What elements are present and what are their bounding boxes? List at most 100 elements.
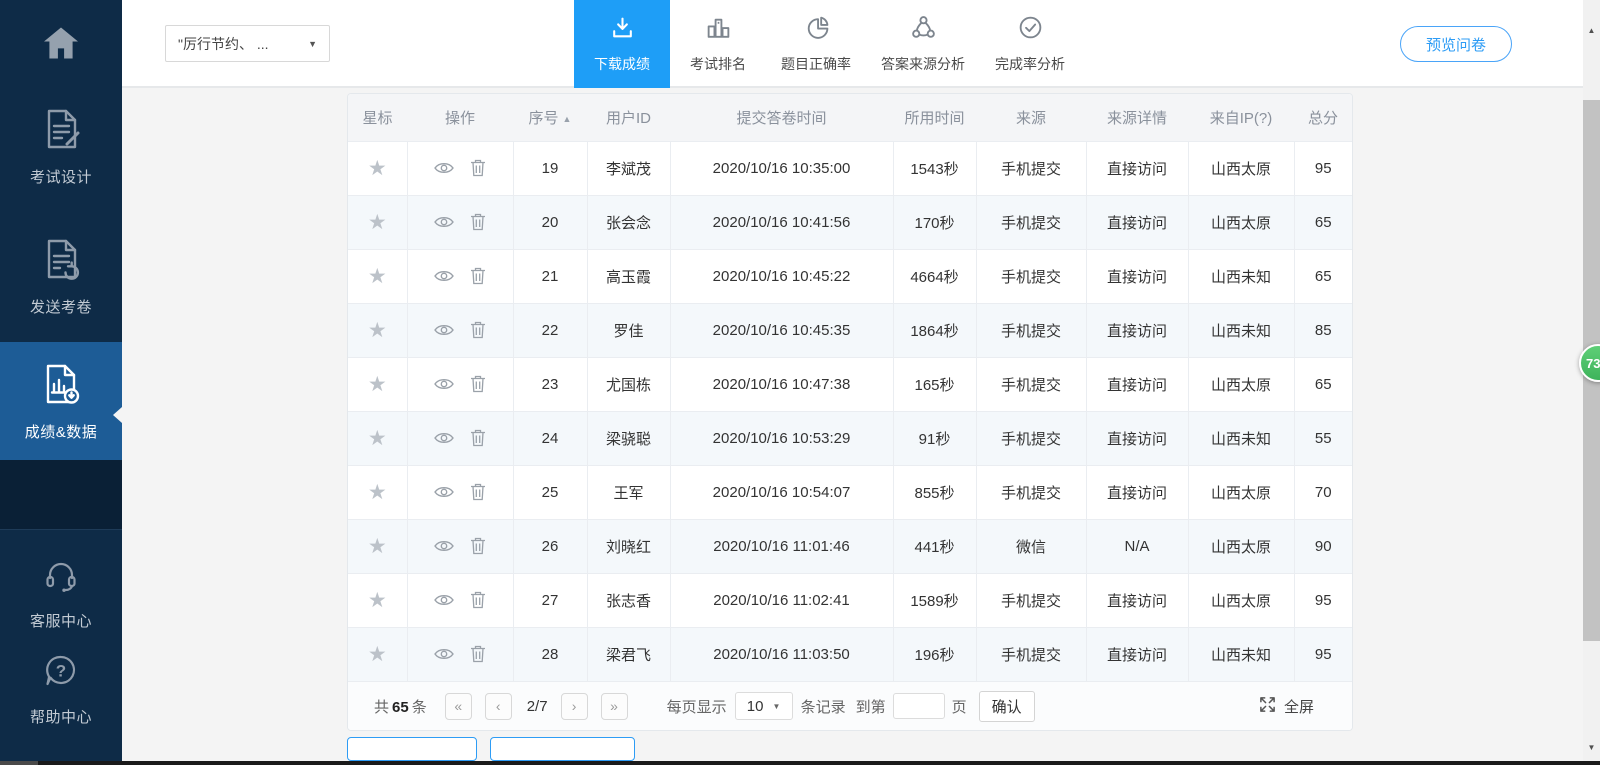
- delete-icon[interactable]: [470, 645, 486, 663]
- star-icon[interactable]: ★: [368, 265, 387, 288]
- user-id-cell: 梁骁聪: [587, 411, 670, 465]
- source-detail-cell: 直接访问: [1086, 411, 1188, 465]
- user-id-cell: 尤国栋: [587, 357, 670, 411]
- view-icon[interactable]: [434, 323, 454, 337]
- headset-icon: [41, 556, 81, 601]
- star-icon[interactable]: ★: [368, 319, 387, 342]
- submit-time-cell: 2020/10/16 10:53:29: [670, 411, 893, 465]
- sidebar-item-help-center[interactable]: ? 帮助中心: [0, 648, 122, 730]
- delete-icon[interactable]: [470, 375, 486, 393]
- sidebar-item-label: 成绩&数据: [25, 421, 98, 442]
- delete-icon[interactable]: [470, 591, 486, 609]
- sidebar-divider: [0, 460, 122, 530]
- toolbar-tabs: 下载成绩 考试排名 题目正确率: [574, 0, 1080, 88]
- star-cell: ★: [348, 627, 407, 681]
- submit-time-cell: 2020/10/16 10:45:22: [670, 249, 893, 303]
- star-icon[interactable]: ★: [368, 643, 387, 666]
- star-icon[interactable]: ★: [368, 211, 387, 234]
- ip-cell: 山西未知: [1188, 627, 1294, 681]
- view-icon[interactable]: [434, 161, 454, 175]
- table-row: ★ 27 张志香 2020/10/16 11:02:41 1589秒 手机提交 …: [348, 573, 1352, 627]
- preview-button[interactable]: 预览问卷: [1400, 26, 1512, 62]
- score-cell: 90: [1294, 519, 1352, 573]
- confirm-button[interactable]: 确认: [979, 691, 1035, 722]
- tab-completion-rate-analysis[interactable]: 完成率分析: [980, 0, 1080, 88]
- duration-cell: 4664秒: [893, 249, 976, 303]
- view-icon[interactable]: [434, 593, 454, 607]
- app-window: 考试设计 发送考卷 成绩&数据: [0, 0, 1600, 765]
- serial-cell: 19: [513, 141, 587, 195]
- ranking-bars-icon: [705, 14, 732, 46]
- star-icon[interactable]: ★: [368, 481, 387, 504]
- view-icon[interactable]: [434, 431, 454, 445]
- scroll-up-icon[interactable]: ▲: [1583, 22, 1600, 39]
- first-page-button[interactable]: «: [445, 693, 472, 720]
- sidebar-item-label: 客服中心: [30, 610, 92, 631]
- page-size-value: 10: [747, 698, 764, 715]
- sidebar-item-home[interactable]: [0, 14, 122, 76]
- source-detail-cell: 直接访问: [1086, 573, 1188, 627]
- delete-icon[interactable]: [470, 213, 486, 231]
- next-page-button[interactable]: ›: [561, 693, 588, 720]
- score-cell: 55: [1294, 411, 1352, 465]
- source-detail-cell: N/A: [1086, 519, 1188, 573]
- view-icon[interactable]: [434, 647, 454, 661]
- user-id-cell: 张会念: [587, 195, 670, 249]
- ip-cell: 山西太原: [1188, 357, 1294, 411]
- tab-answer-source-analysis[interactable]: 答案来源分析: [866, 0, 980, 88]
- view-icon[interactable]: [434, 539, 454, 553]
- star-cell: ★: [348, 519, 407, 573]
- sidebar-item-scores-data[interactable]: 成绩&数据: [0, 342, 122, 460]
- tab-download-scores[interactable]: 下载成绩: [574, 0, 670, 88]
- submit-time-cell: 2020/10/16 10:54:07: [670, 465, 893, 519]
- home-icon: [42, 26, 80, 65]
- user-id-cell: 张志香: [587, 573, 670, 627]
- star-cell: ★: [348, 411, 407, 465]
- tab-question-accuracy[interactable]: 题目正确率: [766, 0, 866, 88]
- page-size-select[interactable]: 10 ▼: [735, 692, 793, 720]
- ip-cell: 山西太原: [1188, 465, 1294, 519]
- header-serial[interactable]: 序号▲: [513, 94, 587, 141]
- star-icon[interactable]: ★: [368, 373, 387, 396]
- view-icon[interactable]: [434, 215, 454, 229]
- records-label: 条记录: [801, 696, 846, 717]
- goto-label: 到第: [856, 696, 886, 717]
- scroll-down-icon[interactable]: ▼: [1583, 739, 1600, 756]
- fullscreen-toggle[interactable]: 全屏: [1259, 696, 1314, 717]
- star-icon[interactable]: ★: [368, 589, 387, 612]
- view-icon[interactable]: [434, 485, 454, 499]
- sidebar-item-exam-design[interactable]: 考试设计: [0, 100, 122, 192]
- delete-icon[interactable]: [470, 267, 486, 285]
- last-page-button[interactable]: »: [601, 693, 628, 720]
- ops-cell: [407, 519, 513, 573]
- duration-cell: 1543秒: [893, 141, 976, 195]
- cutoff-button-2[interactable]: [490, 737, 635, 761]
- source-cell: 手机提交: [976, 195, 1086, 249]
- table-header-row: 星标 操作 序号▲ 用户ID 提交答卷时间 所用时间 来源 来源详情 来自IP(…: [348, 94, 1352, 141]
- cutoff-button-1[interactable]: [347, 737, 477, 761]
- ip-cell: 山西未知: [1188, 303, 1294, 357]
- sidebar-item-support-center[interactable]: 客服中心: [0, 552, 122, 634]
- goto-page-input[interactable]: [893, 693, 945, 719]
- tab-exam-ranking[interactable]: 考试排名: [670, 0, 766, 88]
- ip-cell: 山西未知: [1188, 249, 1294, 303]
- duration-cell: 855秒: [893, 465, 976, 519]
- sidebar-item-send-exam[interactable]: 发送考卷: [0, 230, 122, 322]
- delete-icon[interactable]: [470, 429, 486, 447]
- svg-text:?: ?: [56, 661, 66, 680]
- survey-selector[interactable]: "厉行节约、 ... ▼: [165, 25, 330, 62]
- view-icon[interactable]: [434, 269, 454, 283]
- prev-page-button[interactable]: ‹: [485, 693, 512, 720]
- source-detail-cell: 直接访问: [1086, 141, 1188, 195]
- delete-icon[interactable]: [470, 483, 486, 501]
- delete-icon[interactable]: [470, 159, 486, 177]
- star-icon[interactable]: ★: [368, 427, 387, 450]
- duration-cell: 91秒: [893, 411, 976, 465]
- star-icon[interactable]: ★: [368, 535, 387, 558]
- view-icon[interactable]: [434, 377, 454, 391]
- delete-icon[interactable]: [470, 321, 486, 339]
- source-detail-cell: 直接访问: [1086, 357, 1188, 411]
- delete-icon[interactable]: [470, 537, 486, 555]
- user-id-cell: 梁君飞: [587, 627, 670, 681]
- star-icon[interactable]: ★: [368, 157, 387, 180]
